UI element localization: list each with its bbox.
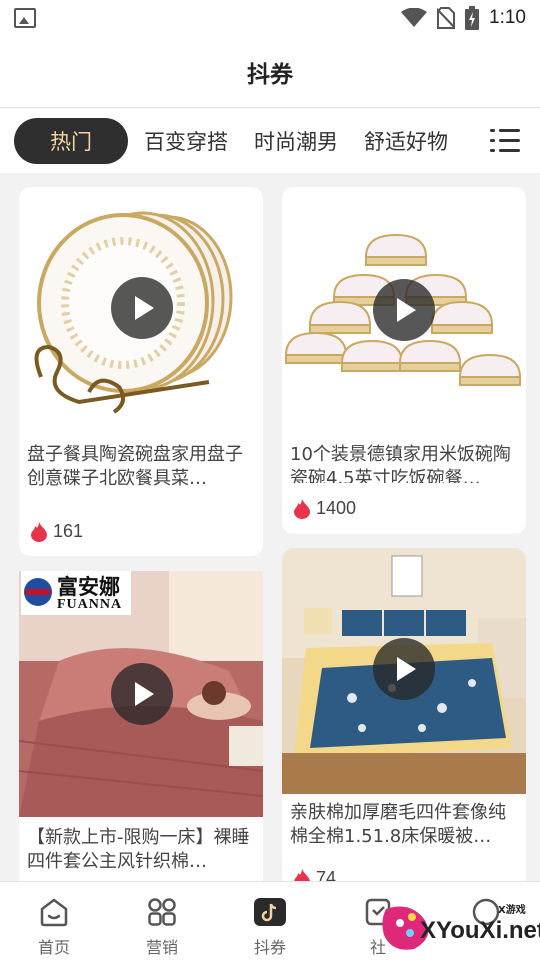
wifi-icon (401, 8, 428, 27)
flame-icon (294, 498, 310, 519)
product-title: 【新款上市-限购一床】裸睡四件套公主风针织棉… (27, 827, 250, 872)
like-count: 161 (31, 521, 83, 542)
gallery-icon (14, 8, 36, 28)
like-count: 74 (294, 868, 336, 881)
product-image (19, 187, 263, 429)
battery-charging-icon (465, 6, 480, 30)
nav-marketing[interactable]: 营销 (108, 882, 216, 960)
play-button[interactable] (373, 279, 435, 341)
list-menu-icon[interactable] (490, 128, 520, 154)
status-bar: 1:10 (0, 0, 540, 36)
tab-comfort-goods[interactable]: 舒适好物 (364, 126, 448, 156)
nav-label: 首页 (37, 938, 70, 957)
product-image: 富安娜 FUANNA (19, 571, 263, 817)
like-count-value: 1400 (316, 498, 357, 518)
video-feed: 盘子餐具陶瓷碗盘家用盘子创意碟子北欧餐具菜… 161 10个装景德镇家用米饭碗陶… (0, 173, 540, 881)
tiktok-icon (254, 898, 286, 926)
product-card[interactable]: 亲肤棉加厚磨毛四件套像纯棉全棉1.51.8床保暖被… 74 (282, 548, 526, 881)
tab-outfits[interactable]: 百变穿搭 (144, 126, 228, 156)
flame-icon (31, 521, 47, 542)
tab-hot[interactable]: 热门 (14, 118, 128, 164)
watermark-text: XYouXi.net (420, 917, 540, 944)
brand-seal-icon (24, 578, 52, 606)
category-tabs: 热门 百变穿搭 时尚潮男 舒适好物 (0, 109, 540, 173)
nav-coupons[interactable]: 抖券 (216, 882, 324, 960)
flame-icon (294, 868, 310, 881)
product-title: 盘子餐具陶瓷碗盘家用盘子创意碟子北欧餐具菜… (27, 444, 243, 489)
product-image (282, 187, 526, 431)
brand-logo: 富安娜 FUANNA (21, 571, 131, 615)
like-count: 1400 (294, 498, 356, 519)
no-sim-icon (437, 7, 456, 29)
product-card[interactable]: 盘子餐具陶瓷碗盘家用盘子创意碟子北欧餐具菜… 161 (19, 187, 263, 556)
play-button[interactable] (111, 277, 173, 339)
watermark-small-text: X游戏 (498, 905, 526, 916)
like-count-value: 74 (316, 868, 337, 881)
watermark: X游戏 XYouXi.net (380, 893, 540, 957)
nav-label: 营销 (145, 938, 178, 957)
nav-label: 抖券 (253, 938, 286, 957)
product-image (282, 548, 526, 794)
app-bar: 抖券 (0, 36, 540, 108)
page-title: 抖券 (247, 61, 293, 88)
home-icon (40, 898, 68, 927)
brand-name-en: FUANNA (57, 597, 123, 612)
product-title: 亲肤棉加厚磨毛四件套像纯棉全棉1.51.8床保暖被… (290, 802, 506, 847)
status-icons: 1:10 (401, 6, 526, 30)
apps-grid-icon (148, 898, 176, 926)
product-card[interactable]: 富安娜 FUANNA 【新款上市-限购一床】裸睡四件套公主风针织棉… (19, 571, 263, 881)
like-count-value: 161 (53, 521, 84, 541)
nav-home[interactable]: 首页 (0, 882, 108, 960)
product-card[interactable]: 10个装景德镇家用米饭碗陶瓷碗4.5英寸吃饭碗餐… 1400 (282, 187, 526, 534)
product-title: 10个装景德镇家用米饭碗陶瓷碗4.5英寸吃饭碗餐… (290, 444, 511, 483)
play-button[interactable] (111, 663, 173, 725)
tab-mens-fashion[interactable]: 时尚潮男 (254, 126, 338, 156)
status-time: 1:10 (489, 7, 526, 28)
play-button[interactable] (373, 638, 435, 700)
